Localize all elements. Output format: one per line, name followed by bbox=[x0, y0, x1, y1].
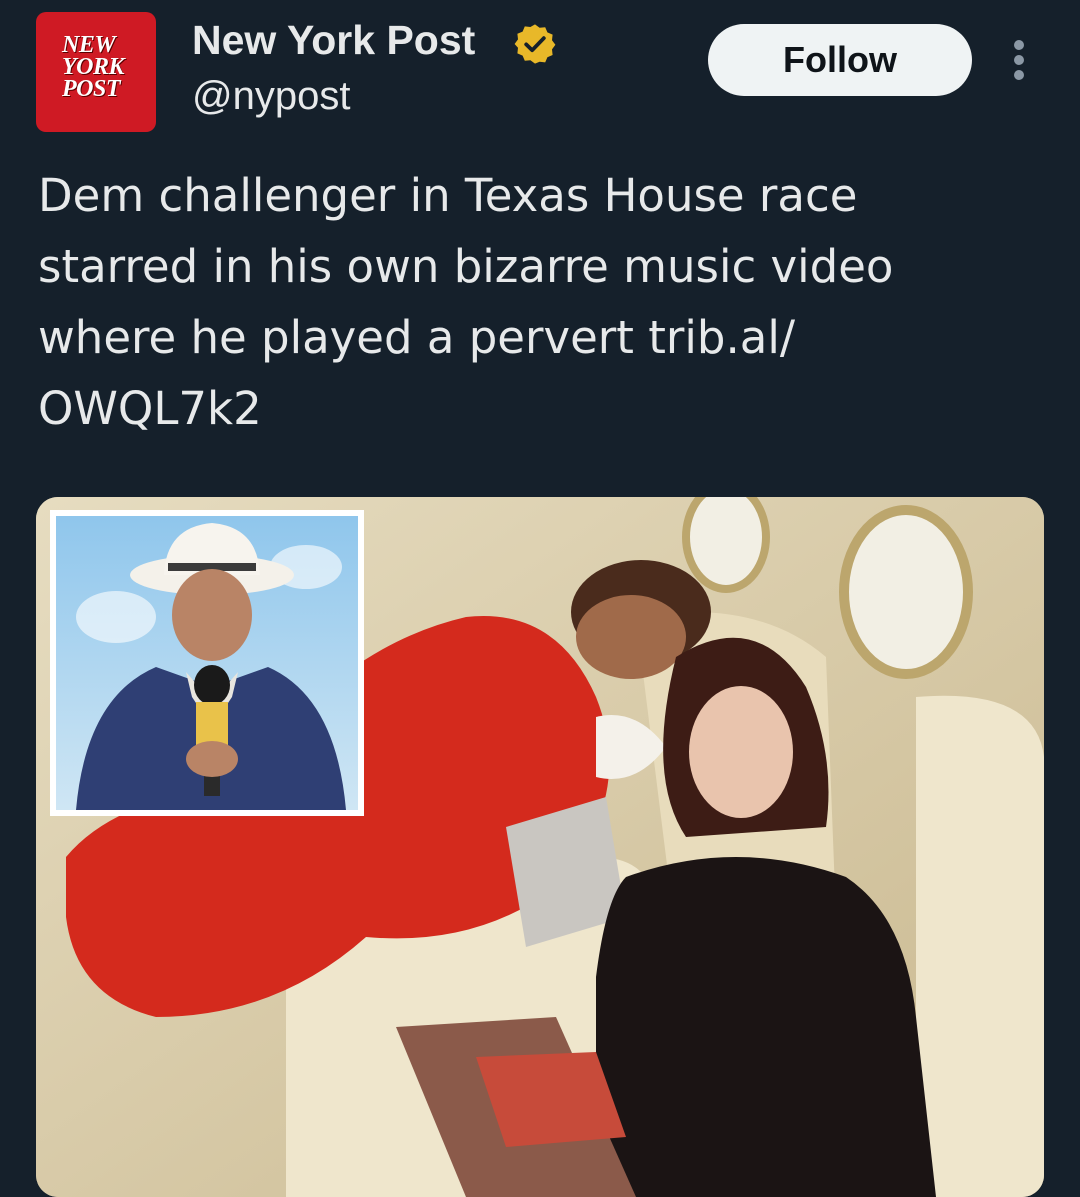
airplane-window bbox=[839, 505, 973, 679]
follow-button[interactable]: Follow bbox=[708, 24, 972, 96]
airplane-window bbox=[682, 497, 770, 593]
media-illustration bbox=[36, 497, 1044, 1197]
tweet-media-photo[interactable] bbox=[36, 497, 1044, 1197]
more-dot bbox=[1014, 40, 1024, 50]
verified-badge-icon bbox=[514, 24, 556, 64]
tweet-text: Dem challenger in Texas House race starr… bbox=[38, 169, 894, 435]
logo-line-2: YORK bbox=[62, 54, 125, 80]
inset-face bbox=[172, 569, 252, 661]
more-dot bbox=[1014, 55, 1024, 65]
logo-line-3: POST bbox=[62, 76, 121, 102]
handle[interactable]: @nypost bbox=[192, 70, 350, 122]
microphone bbox=[194, 665, 230, 705]
reclining-face bbox=[576, 595, 686, 679]
logo-line-1: NEW bbox=[62, 32, 116, 58]
woman-face bbox=[689, 686, 793, 818]
avatar[interactable]: NEW YORK POST bbox=[36, 12, 156, 132]
tweet-header: NEW YORK POST New York Post @nypost Foll… bbox=[0, 0, 1080, 140]
display-name[interactable]: New York Post bbox=[192, 14, 475, 66]
more-dot bbox=[1014, 70, 1024, 80]
nypost-logo: NEW YORK POST bbox=[62, 32, 142, 102]
seat-right bbox=[916, 695, 1044, 1197]
more-options-icon[interactable] bbox=[1000, 36, 1040, 84]
